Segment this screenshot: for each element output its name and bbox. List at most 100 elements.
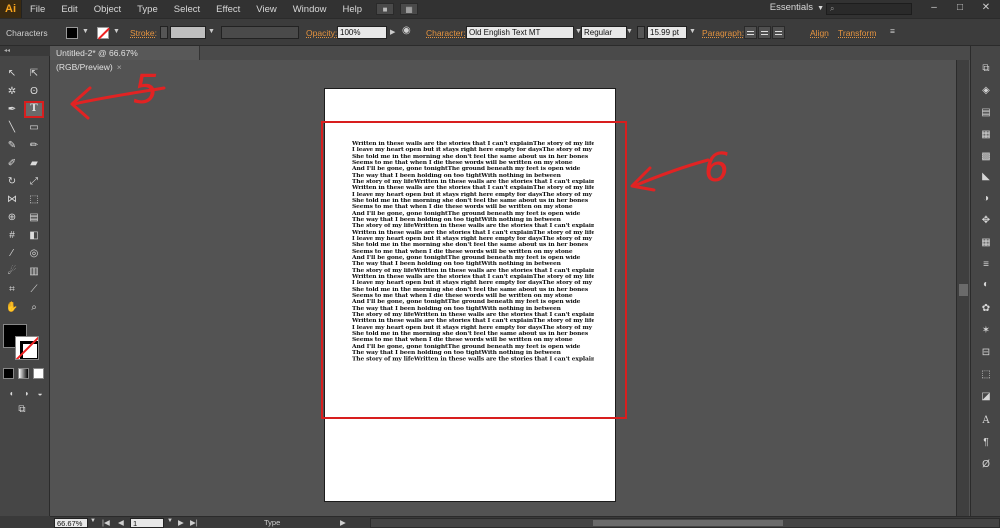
align-label[interactable]: Align [810,28,829,38]
paragraph-panel-icon[interactable]: ¶ [978,436,994,450]
menu-file[interactable]: File [22,4,53,15]
color-panel-icon[interactable]: ▦ [978,128,994,142]
brushes-panel-icon[interactable]: ✶ [978,324,994,338]
paintbrush-tool-icon[interactable]: ✎ [4,138,20,153]
eyedropper-tool-icon[interactable]: ⁄ [4,246,20,261]
menu-view[interactable]: View [248,4,284,15]
chevron-down-icon[interactable]: ▼ [167,518,173,524]
document-tab[interactable]: Untitled-2* @ 66.67% (RGB/Preview) × [50,46,200,72]
eraser-tool-icon[interactable]: ▰ [26,156,42,171]
chevron-down-icon[interactable]: ▼ [90,518,96,524]
graphic-styles-panel-icon[interactable]: ✥ [978,214,994,228]
chevron-down-icon[interactable]: ▼ [689,28,697,38]
align-center-button[interactable] [758,26,771,39]
hand-tool-icon[interactable]: ✋ [4,300,20,315]
direct-selection-tool-icon[interactable]: ⇱ [26,66,42,81]
menu-edit[interactable]: Edit [53,4,85,15]
vertical-scroll-thumb[interactable] [959,284,968,296]
stroke-weight-field[interactable] [170,26,206,39]
first-artboard-icon[interactable]: |◀ [102,518,110,527]
links-panel-icon[interactable]: ▤ [978,106,994,120]
gradient-tool-icon[interactable]: ◧ [26,228,42,243]
rotate-tool-icon[interactable]: ↻ [4,174,20,189]
opentype-panel-icon[interactable]: Ø [978,458,994,472]
close-button[interactable]: ✕ [978,2,994,14]
artboard-tool-icon[interactable]: ⌗ [4,282,20,297]
font-size-stepper[interactable] [637,26,645,39]
stroke-swatch[interactable] [97,27,109,39]
next-artboard-icon[interactable]: ▶ [178,518,184,527]
menu-select[interactable]: Select [166,4,208,15]
free-transform-tool-icon[interactable]: ⬚ [26,192,42,207]
transform-label[interactable]: Transform [838,28,876,38]
font-size-field[interactable]: 15.99 pt [647,26,687,39]
chevron-down-icon[interactable]: ▼ [208,28,216,38]
menu-effect[interactable]: Effect [208,4,248,15]
opacity-label[interactable]: Opacity: [306,28,337,38]
tools-panel-header[interactable]: ◂◂ [0,46,50,56]
stroke-weight-stepper[interactable] [160,26,168,39]
align-right-button[interactable] [772,26,785,39]
symbols-panel-icon[interactable]: ✿ [978,302,994,316]
draw-inside-icon[interactable]: ◒ [32,386,48,401]
last-artboard-icon[interactable]: ▶| [190,518,198,527]
transparency-panel-icon[interactable]: ◐ [978,278,994,292]
bridge-icon[interactable]: ■ [376,3,395,15]
column-graph-tool-icon[interactable]: ▥ [26,264,42,279]
chevron-right-icon[interactable]: ▶ [390,28,398,38]
artboards-panel-icon[interactable]: ⧉ [978,62,994,76]
swatches-panel-icon[interactable]: ▦ [978,236,994,250]
workspace-switcher[interactable]: Essentials ▼ [770,2,824,13]
color-guide-panel-icon[interactable]: ▩ [978,150,994,164]
minimize-button[interactable]: – [926,2,942,14]
menu-type[interactable]: Type [129,4,166,15]
align-left-button[interactable] [744,26,757,39]
shape-builder-tool-icon[interactable]: ⊕ [4,210,20,225]
align-panel-icon[interactable]: ⊟ [978,346,994,360]
screen-mode-icon[interactable]: ⧉ [14,402,30,417]
symbol-sprayer-tool-icon[interactable]: ☄ [4,264,20,279]
lasso-tool-icon[interactable]: ʘ [26,84,42,99]
menu-help[interactable]: Help [335,4,371,15]
chevron-down-icon[interactable]: ▼ [113,28,121,38]
options-menu-icon[interactable]: ≡ [890,26,895,36]
menu-object[interactable]: Object [86,4,129,15]
gradient-panel-icon[interactable]: ◣ [978,170,994,184]
menu-window[interactable]: Window [285,4,335,15]
pencil-tool-icon[interactable]: ✏ [26,138,42,153]
none-mode-swatch[interactable] [33,368,44,379]
close-icon[interactable]: × [117,62,122,72]
vertical-scrollbar[interactable] [956,60,969,516]
blob-brush-tool-icon[interactable]: ✐ [4,156,20,171]
selection-tool-icon[interactable]: ↖ [4,66,20,81]
gradient-mode-swatch[interactable] [18,368,29,379]
search-input[interactable]: ⌕ [826,3,912,15]
zoom-level-field[interactable]: 66.67% [54,518,88,528]
chevron-down-icon[interactable]: ▼ [626,28,634,38]
horizontal-scroll-thumb[interactable] [593,520,783,526]
horizontal-scrollbar[interactable] [370,518,1000,528]
character-panel-icon[interactable]: A [978,414,994,428]
recolor-icon[interactable]: ◉ [402,25,411,36]
slice-tool-icon[interactable]: ⟋ [26,282,42,297]
blend-tool-icon[interactable]: ◎ [26,246,42,261]
zoom-tool-icon[interactable]: ⌕ [26,300,42,315]
paragraph-label[interactable]: Paragraph: [702,28,744,38]
opacity-field[interactable]: 100% [337,26,387,39]
status-menu-arrow-icon[interactable]: ▶ [340,518,346,527]
layers-panel-icon[interactable]: ◈ [978,84,994,98]
type-tool-icon[interactable]: T [24,101,44,118]
fill-swatch[interactable] [66,27,78,39]
maximize-button[interactable]: □ [952,2,968,14]
previous-artboard-icon[interactable]: ◀ [118,518,124,527]
stroke-panel-icon[interactable]: ≡ [978,258,994,272]
font-style-field[interactable]: Regular [581,26,627,39]
perspective-grid-tool-icon[interactable]: ▤ [26,210,42,225]
width-tool-icon[interactable]: ⋈ [4,192,20,207]
rectangle-tool-icon[interactable]: ▭ [26,120,42,135]
magic-wand-tool-icon[interactable]: ✲ [4,84,20,99]
character-label[interactable]: Character: [426,28,466,38]
variable-width-profile[interactable] [221,26,299,39]
chevron-down-icon[interactable]: ▼ [82,28,90,38]
stroke-color-box[interactable] [15,336,39,360]
